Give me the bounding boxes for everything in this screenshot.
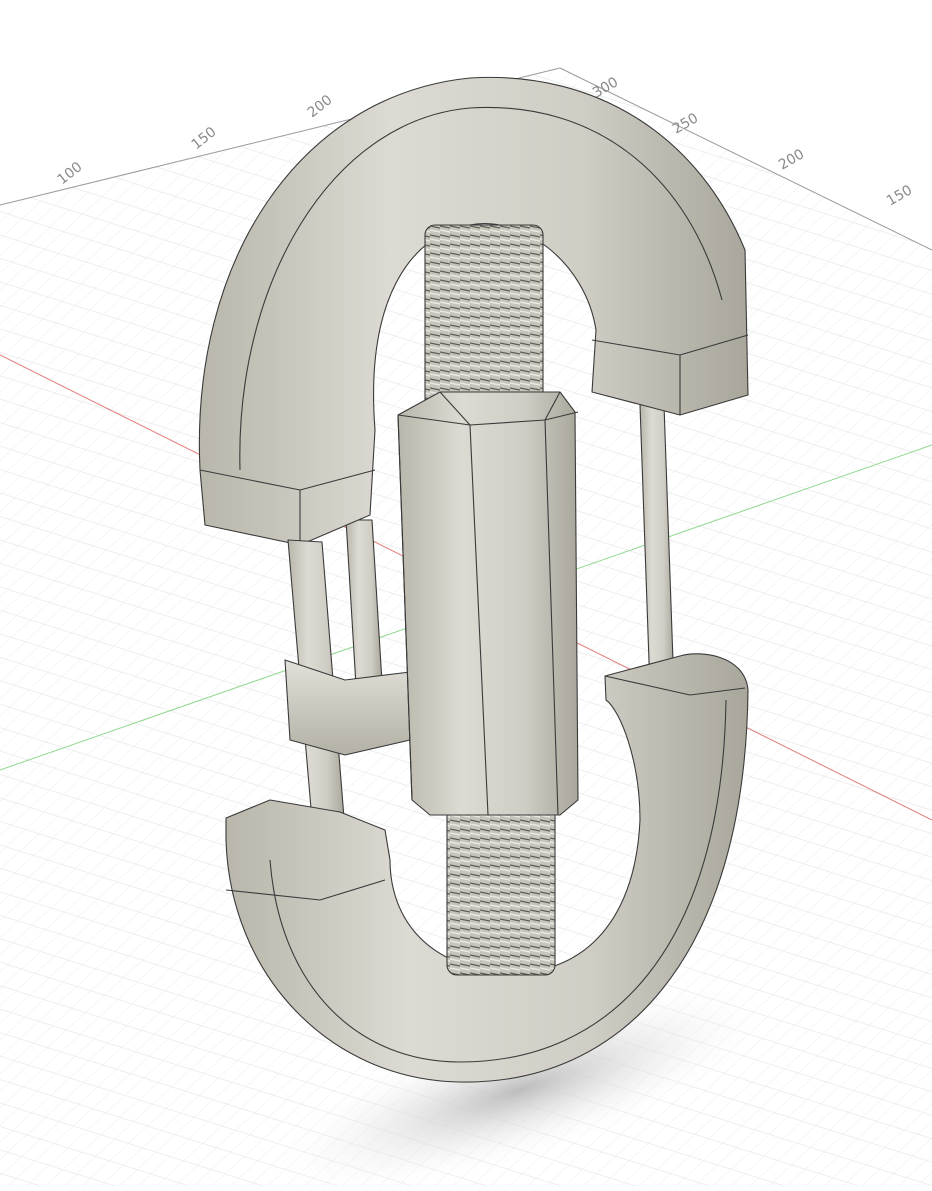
3d-viewport-canvas[interactable]: 100 150 200 300 250 200 150: [0, 0, 932, 1191]
threaded-rod-top[interactable]: [424, 224, 544, 421]
hex-coupling-nut[interactable]: [397, 391, 579, 816]
ruler-label: 150: [189, 124, 220, 153]
ruler-label: 150: [884, 182, 915, 209]
ruler-label: 200: [776, 146, 807, 173]
threaded-rod-bottom[interactable]: [446, 804, 556, 976]
ruler-label: 200: [305, 92, 336, 121]
ruler-label: 100: [55, 159, 86, 188]
